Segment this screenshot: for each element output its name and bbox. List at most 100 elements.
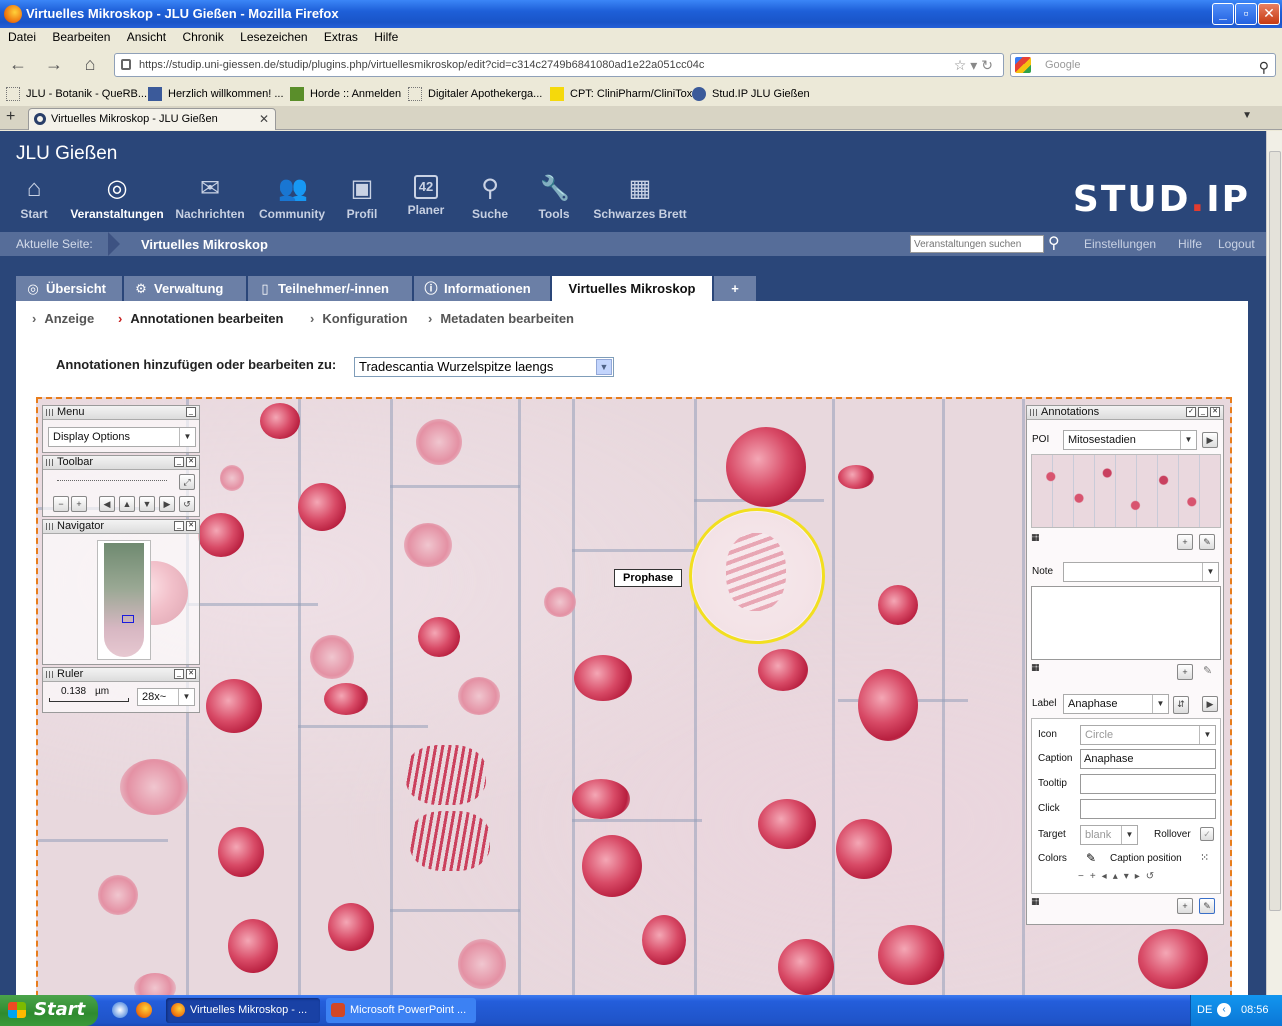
start-button[interactable]: Start (0, 995, 98, 1026)
tab-verwaltung[interactable]: ⚙ Verwaltung (124, 276, 248, 302)
tab-uebersicht[interactable]: ◎ Übersicht (16, 276, 124, 302)
task-firefox[interactable]: Virtuelles Mikroskop - ... (166, 998, 320, 1023)
subnav-konfiguration[interactable]: › Konfiguration (310, 311, 408, 326)
menu-extras[interactable]: Extras (316, 28, 363, 44)
edit-icon[interactable]: ✎ (1199, 898, 1215, 914)
language-indicator[interactable]: DE (1197, 1004, 1212, 1016)
note-select[interactable]: ▼ (1063, 562, 1219, 582)
toolbar-panel-header[interactable]: Toolbar _ ✕ (43, 456, 199, 470)
minimize-icon[interactable]: _ (174, 457, 184, 467)
menu-lesezeichen[interactable]: Lesezeichen (232, 28, 312, 44)
poi-thumbnail[interactable] (1031, 454, 1221, 528)
close-icon[interactable]: ✕ (186, 521, 196, 531)
subnav-annotationen[interactable]: › Annotationen bearbeiten (118, 311, 283, 326)
tab-informationen[interactable]: ⓘ Informationen (414, 276, 552, 302)
pan-right-icon[interactable]: ▶ (159, 496, 175, 512)
maximize-button[interactable]: ▫ (1235, 3, 1257, 25)
page-scrollbar[interactable] (1266, 131, 1282, 995)
nav-start[interactable]: ⌂ Start (12, 175, 56, 221)
display-options-select[interactable]: Display Options ▼ (48, 427, 196, 447)
bookmark-willkommen[interactable]: Herzlich willkommen! ... (148, 86, 284, 102)
click-input[interactable] (1080, 799, 1216, 819)
menu-datei[interactable]: Datei (0, 28, 41, 44)
close-icon[interactable]: ✕ (1210, 407, 1220, 417)
nav-veranstaltungen[interactable]: ◎ Veranstaltungen (68, 175, 166, 221)
zoom-slider[interactable] (57, 480, 167, 482)
tab-virtuelles-mikroskop[interactable]: Virtuelles Mikroskop (552, 276, 714, 302)
task-powerpoint[interactable]: Microsoft PowerPoint ... (326, 998, 476, 1023)
nav-community[interactable]: 👥 Community (256, 175, 328, 221)
browser-tab[interactable]: Virtuelles Mikroskop - JLU Gießen ✕ (28, 108, 276, 130)
nav-schwarzes-brett[interactable]: ▦ Schwarzes Brett (588, 175, 692, 221)
nav-profil[interactable]: ▣ Profil (338, 175, 386, 221)
menu-chronik[interactable]: Chronik (174, 28, 228, 44)
close-tab-icon[interactable]: ✕ (259, 109, 269, 129)
specimen-select[interactable]: Tradescantia Wurzelspitze laengs ▼ (354, 357, 614, 377)
minimize-icon[interactable]: _ (174, 521, 184, 531)
next-icon[interactable]: ▶ (1202, 432, 1218, 448)
subnav-anzeige[interactable]: › Anzeige (32, 311, 94, 326)
forward-icon[interactable]: → (44, 55, 64, 75)
pan-down-icon[interactable]: ▼ (139, 496, 155, 512)
bookmark-clinipharm[interactable]: CPT: CliniPharm/CliniTox (550, 86, 692, 102)
menu-ansicht[interactable]: Ansicht (119, 28, 171, 44)
rollover-checkbox[interactable]: ✓ (1200, 827, 1214, 841)
sort-icon[interactable]: ⇵ (1173, 696, 1189, 714)
icon-select[interactable]: Circle ▼ (1080, 725, 1216, 745)
menu-panel-header[interactable]: Menu _ (43, 406, 199, 420)
poi-caption[interactable]: Prophase (614, 569, 683, 587)
minimize-icon[interactable]: _ (186, 407, 196, 417)
bookmark-botanik[interactable]: JLU - Botanik - QueRB... (6, 86, 147, 102)
subnav-metadaten[interactable]: › Metadaten bearbeiten (428, 311, 574, 326)
ruler-panel-header[interactable]: Ruler _ ✕ (43, 668, 199, 682)
link-logout[interactable]: Logout (1218, 237, 1255, 251)
zoom-out-icon[interactable]: − (53, 496, 69, 512)
reset-icon[interactable]: ↺ (179, 496, 195, 512)
firefox-icon[interactable] (136, 1002, 152, 1018)
add-icon[interactable]: + (1177, 664, 1193, 680)
minimize-button[interactable]: _ (1212, 3, 1234, 25)
close-icon[interactable]: ✕ (186, 457, 196, 467)
grid-icon[interactable]: ⁙ (1200, 851, 1209, 864)
search-icon[interactable]: ⚲ (1259, 56, 1269, 78)
ruler-zoom-select[interactable]: 28x~ ▼ (137, 688, 195, 706)
fullscreen-icon[interactable]: ⤢ (179, 474, 195, 490)
add-icon[interactable]: + (1177, 534, 1193, 550)
menu-hilfe[interactable]: Hilfe (366, 28, 403, 44)
poi-select[interactable]: Mitosestadien ▼ (1063, 430, 1197, 450)
url-bar[interactable]: https://studip.uni-giessen.de/studip/plu… (114, 53, 1004, 77)
label-select[interactable]: Anaphase ▼ (1063, 694, 1169, 714)
color-picker-icon[interactable]: ✎ (1086, 851, 1096, 865)
next-icon[interactable]: ▶ (1202, 696, 1218, 712)
nav-suche[interactable]: ⚲ Suche (466, 175, 514, 221)
new-tab-button[interactable]: + (6, 108, 15, 126)
pan-up-icon[interactable]: ▲ (119, 496, 135, 512)
home-icon[interactable]: ⌂ (80, 55, 100, 75)
add-icon[interactable]: + (1177, 898, 1193, 914)
microscope-viewer[interactable]: Prophase Menu _ Display Options ▼ Toolbar _… (36, 397, 1232, 995)
chevron-left-icon[interactable]: ‹ (1217, 1003, 1231, 1017)
bookmark-apotheke[interactable]: Digitaler Apothekerga... (408, 86, 542, 102)
close-icon[interactable]: ✕ (186, 669, 196, 679)
target-select[interactable]: blank ▼ (1080, 825, 1138, 845)
window-titlebar[interactable]: Virtuelles Mikroskop - JLU Gießen - Mozi… (0, 0, 1282, 28)
zoom-in-icon[interactable]: + (71, 496, 87, 512)
menu-bearbeiten[interactable]: Bearbeiten (44, 28, 115, 44)
note-textarea[interactable] (1031, 586, 1221, 660)
tab-add[interactable]: + (714, 276, 758, 302)
link-hilfe[interactable]: Hilfe (1178, 237, 1202, 251)
edit-icon[interactable]: ✎ (1199, 534, 1215, 550)
search-icon[interactable]: ⚲ (1048, 233, 1060, 253)
tab-list-icon[interactable]: ▼ (1242, 110, 1252, 121)
position-controls[interactable]: −+◂▴▾▸↺ (1078, 871, 1160, 882)
tooltip-input[interactable] (1080, 774, 1216, 794)
link-einstellungen[interactable]: Einstellungen (1084, 237, 1156, 251)
navigator-panel-header[interactable]: Navigator _ ✕ (43, 520, 199, 534)
bookmark-studip[interactable]: Stud.IP JLU Gießen (692, 86, 810, 102)
course-search-input[interactable] (910, 235, 1044, 253)
minimize-icon[interactable]: _ (174, 669, 184, 679)
nav-planer[interactable]: 42 Planer (402, 175, 450, 217)
search-input[interactable]: Google ⚲ (1010, 53, 1276, 77)
ie-icon[interactable] (112, 1002, 128, 1018)
annotations-panel-header[interactable]: Annotations ✓ _ ✕ (1027, 406, 1223, 420)
